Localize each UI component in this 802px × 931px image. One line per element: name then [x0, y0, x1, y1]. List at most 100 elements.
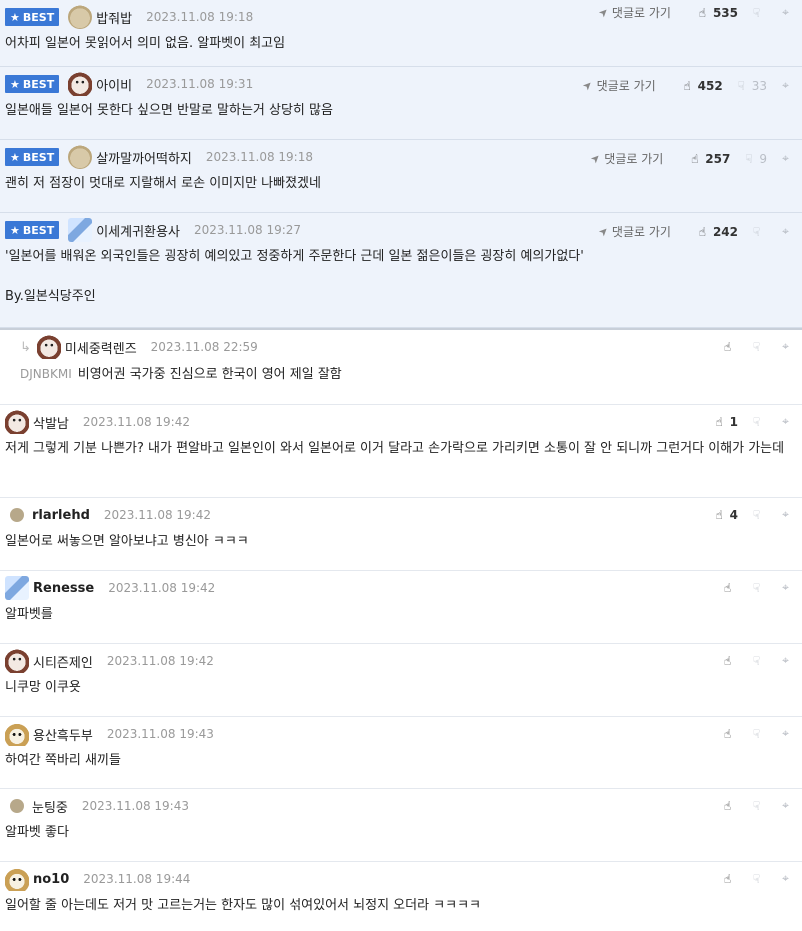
nickname-link[interactable]: 아이비: [96, 75, 132, 94]
dislike-button[interactable]: ☟: [750, 225, 767, 239]
crystal-avatar[interactable]: [68, 218, 93, 242]
best-comment: ★ BEST 아이비 2023.11.08 19:31 ➤ 댓글로 가기 ☝ 452 ☟ 33 ⌖ 일…: [0, 67, 802, 140]
share-link-button[interactable]: ⌖: [779, 78, 796, 93]
dislike-button[interactable]: ☟: [750, 508, 767, 522]
nickname-link[interactable]: 미세중력렌즈: [65, 338, 137, 357]
like-button[interactable]: ☝ 1: [713, 415, 738, 429]
goto-label: 댓글로 가기: [611, 225, 671, 239]
blob-avatar[interactable]: [68, 145, 93, 169]
best-badge: ★ BEST: [5, 221, 60, 239]
comment-body: 저게 그렇게 기분 나쁜가? 내가 편알바고 일본인이 와서 일본어로 이거 달…: [5, 441, 785, 456]
like-button[interactable]: ☝: [721, 581, 738, 595]
comment-date: 2023.11.08 22:59: [150, 340, 258, 354]
like-button[interactable]: ☝ 535: [696, 6, 738, 20]
reply-comment: ↳ 미세중력렌즈 2023.11.08 22:59 ☝ ☟ ⌖ DJNBKMI 비영어권 국가…: [0, 328, 802, 405]
blob-avatar[interactable]: [68, 5, 93, 29]
nickname-link[interactable]: 용산흑두부: [33, 725, 93, 744]
dislike-button[interactable]: ☟: [750, 654, 767, 668]
crystal-avatar[interactable]: [5, 576, 29, 600]
comment-header: no10 2023.11.08 19:44: [5, 867, 802, 891]
link-icon: ⌖: [782, 339, 789, 353]
thumbs-down-icon: ☟: [752, 5, 761, 20]
share-link-button[interactable]: ⌖: [779, 151, 796, 166]
share-link-button[interactable]: ⌖: [779, 871, 796, 886]
fox-avatar[interactable]: [5, 867, 29, 891]
like-button[interactable]: ☝ 242: [696, 225, 738, 239]
dislike-count: 33: [751, 78, 767, 93]
comment-actions: ☝ ☟ ⌖: [709, 798, 796, 813]
dislike-button[interactable]: ☟: [750, 340, 767, 354]
nickname-link[interactable]: no10: [33, 872, 69, 887]
comment-body: 알파벳 좋다: [5, 825, 69, 840]
dislike-button[interactable]: ☟: [750, 727, 767, 741]
comment-date: 2023.11.08 19:42: [103, 508, 211, 522]
dog-avatar[interactable]: [5, 410, 29, 434]
link-icon: ⌖: [782, 224, 789, 238]
share-link-button[interactable]: ⌖: [779, 339, 796, 354]
dislike-button[interactable]: ☟: [750, 872, 767, 886]
goto-comment-link[interactable]: ➤ 댓글로 가기: [595, 4, 670, 21]
like-button[interactable]: ☝: [721, 340, 738, 354]
best-comment: ★ BEST 밥줘밥 2023.11.08 19:18 ➤ 댓글로 가기 ☝ 535 ☟ ⌖ 어차피…: [0, 0, 802, 67]
fox-avatar[interactable]: [5, 722, 29, 746]
reply-target[interactable]: DJNBKMI: [20, 367, 72, 381]
comment-actions: ☝ ☟ ⌖: [709, 339, 796, 354]
dislike-button[interactable]: ☟ 9: [742, 152, 767, 166]
like-button[interactable]: ☝: [721, 727, 738, 741]
dislike-button[interactable]: ☟: [750, 6, 767, 20]
share-link-button[interactable]: ⌖: [779, 580, 796, 595]
share-link-button[interactable]: ⌖: [779, 507, 796, 522]
share-link-button[interactable]: ⌖: [779, 224, 796, 239]
share-link-button[interactable]: ⌖: [779, 5, 796, 20]
dislike-button[interactable]: ☟: [750, 581, 767, 595]
dot-avatar[interactable]: [10, 799, 24, 813]
dislike-button[interactable]: ☟ 33: [735, 79, 767, 93]
thumbs-up-icon: ☝: [723, 580, 732, 595]
dog-avatar[interactable]: [5, 649, 29, 673]
dog-avatar[interactable]: [36, 335, 61, 359]
best-label: BEST: [22, 77, 55, 91]
comment-header: 삭발남 2023.11.08 19:42: [5, 410, 802, 434]
nickname-link[interactable]: rlarlehd: [32, 508, 90, 523]
star-icon: ★: [10, 10, 20, 24]
comment-item: Renesse 2023.11.08 19:42 ☝ ☟ ⌖ 알파벳를: [0, 571, 802, 644]
link-icon: ⌖: [782, 798, 789, 812]
comment-date: 2023.11.08 19:43: [81, 799, 189, 813]
like-button[interactable]: ☝: [721, 799, 738, 813]
comment-item: 삭발남 2023.11.08 19:42 ☝ 1 ☟ ⌖ 저게 그렇게 기분 나쁜가? 내가…: [0, 405, 802, 498]
share-link-button[interactable]: ⌖: [779, 653, 796, 668]
comment-header: ↳ 미세중력렌즈 2023.11.08 22:59: [20, 335, 802, 359]
dislike-button[interactable]: ☟: [750, 415, 767, 429]
nickname-link[interactable]: 살까말까어떡하지: [96, 148, 192, 167]
nickname-link[interactable]: 눈팅중: [32, 797, 68, 816]
like-count: 452: [697, 78, 723, 93]
nickname-link[interactable]: 시티즌제인: [33, 652, 93, 671]
goto-comment-link[interactable]: ➤ 댓글로 가기: [588, 150, 663, 167]
comment-date: 2023.11.08 19:31: [146, 77, 254, 91]
nickname-link[interactable]: 밥줘밥: [96, 8, 132, 27]
like-button[interactable]: ☝ 452: [681, 79, 723, 93]
thumbs-up-icon: ☝: [715, 414, 723, 429]
comment-date: 2023.11.08 19:42: [82, 415, 190, 429]
thumbs-down-icon: ☟: [752, 653, 761, 668]
nickname-link[interactable]: 삭발남: [33, 413, 69, 432]
nickname-link[interactable]: 이세계귀환용사: [96, 221, 180, 240]
share-link-button[interactable]: ⌖: [779, 798, 796, 813]
comment-date: 2023.11.08 19:18: [205, 150, 313, 164]
best-badge: ★ BEST: [5, 148, 60, 166]
share-link-button[interactable]: ⌖: [779, 726, 796, 741]
goto-comment-link[interactable]: ➤ 댓글로 가기: [580, 77, 655, 94]
nickname-link[interactable]: Renesse: [33, 581, 94, 596]
like-button[interactable]: ☝: [721, 872, 738, 886]
like-count: 535: [712, 5, 738, 20]
comment-item: 눈팅중 2023.11.08 19:43 ☝ ☟ ⌖ 알파벳 좋다: [0, 789, 802, 862]
like-button[interactable]: ☝ 257: [688, 152, 730, 166]
goto-comment-link[interactable]: ➤ 댓글로 가기: [595, 223, 671, 240]
dot-avatar[interactable]: [10, 508, 24, 522]
dislike-button[interactable]: ☟: [750, 799, 767, 813]
like-button[interactable]: ☝ 4: [713, 508, 738, 522]
share-link-button[interactable]: ⌖: [779, 414, 796, 429]
dog-avatar[interactable]: [68, 72, 93, 96]
link-icon: ⌖: [782, 871, 789, 885]
like-button[interactable]: ☝: [721, 654, 738, 668]
